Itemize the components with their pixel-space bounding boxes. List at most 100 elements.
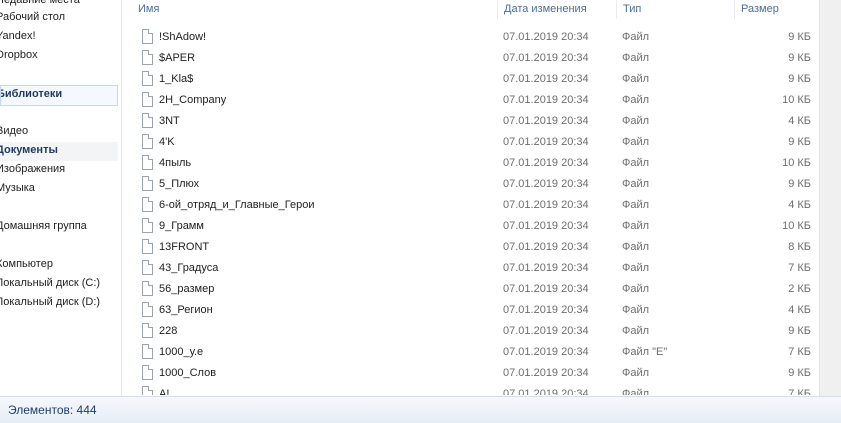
column-header-label: Тип bbox=[623, 3, 642, 15]
file-date-modified: 07.01.2019 20:34 bbox=[503, 94, 589, 106]
file-type: Файл bbox=[622, 94, 650, 106]
nav-item-video[interactable]: Видео bbox=[0, 123, 118, 142]
file-name: 1_Kla$ bbox=[159, 73, 194, 85]
file-row[interactable]: 1000_у.е 07.01.2019 20:34 Файл "Е" 7 КБ bbox=[122, 342, 819, 363]
status-bar: Элементов: 444 bbox=[0, 396, 841, 423]
file-icon bbox=[142, 155, 153, 170]
file-row[interactable]: $APER 07.01.2019 20:34 Файл 9 КБ bbox=[122, 48, 819, 69]
column-header-date[interactable]: Дата изменения bbox=[498, 0, 617, 19]
file-date-modified: 07.01.2019 20:34 bbox=[503, 262, 589, 274]
column-header-label: Дата изменения bbox=[504, 3, 587, 15]
file-size: 10 КБ bbox=[782, 220, 811, 232]
file-row[interactable]: 63_Регион 07.01.2019 20:34 Файл 4 КБ bbox=[122, 300, 819, 321]
file-date-modified: 07.01.2019 20:34 bbox=[503, 367, 589, 379]
file-row[interactable]: 4'K 07.01.2019 20:34 Файл 9 КБ bbox=[122, 132, 819, 153]
file-row[interactable]: A!... 07.01.2019 20:34 Файл 7 КБ bbox=[122, 384, 819, 395]
column-header-size[interactable]: Размер bbox=[735, 0, 819, 19]
column-header-label: Размер bbox=[741, 3, 779, 15]
column-header-type[interactable]: Тип bbox=[617, 0, 735, 19]
file-row[interactable]: 1_Kla$ 07.01.2019 20:34 Файл 9 КБ bbox=[122, 69, 819, 90]
file-date-modified: 07.01.2019 20:34 bbox=[503, 31, 589, 43]
file-name: 228 bbox=[159, 325, 178, 337]
file-size: 10 КБ bbox=[782, 94, 811, 106]
file-size: 7 КБ bbox=[788, 262, 811, 274]
file-date-modified: 07.01.2019 20:34 bbox=[503, 136, 589, 148]
nav-item-label: Документы bbox=[0, 144, 58, 156]
file-name: 6-ой_отряд_и_Главные_Герои bbox=[159, 199, 315, 211]
file-date-modified: 07.01.2019 20:34 bbox=[503, 325, 589, 337]
file-name: 1000_Слов bbox=[159, 367, 217, 379]
navigation-pane: Недавние места Рабочий стол Yandex! Drop… bbox=[0, 0, 122, 396]
file-date-modified: 07.01.2019 20:34 bbox=[503, 157, 589, 169]
file-size: 4 КБ bbox=[788, 115, 811, 127]
file-row[interactable]: 5_Плюх 07.01.2019 20:34 Файл 9 КБ bbox=[122, 174, 819, 195]
file-row[interactable]: 3NT 07.01.2019 20:34 Файл 4 КБ bbox=[122, 111, 819, 132]
nav-item-label: Локальный диск (C:) bbox=[0, 277, 101, 289]
nav-item-yandex[interactable]: Yandex! bbox=[0, 28, 118, 47]
file-size: 9 КБ bbox=[788, 31, 811, 43]
file-size: 4 КБ bbox=[788, 304, 811, 316]
file-name: 43_Градуса bbox=[159, 262, 219, 274]
vertical-scrollbar[interactable] bbox=[819, 0, 841, 396]
nav-item-music[interactable]: Музыка bbox=[0, 180, 118, 199]
file-type: Файл bbox=[622, 388, 650, 395]
file-type: Файл bbox=[622, 367, 650, 379]
file-name: 9_Грамм bbox=[159, 220, 204, 232]
nav-item-label: Компьютер bbox=[0, 258, 53, 270]
file-list: !ShAdow! 07.01.2019 20:34 Файл 9 КБ $APER 07.… bbox=[122, 27, 819, 395]
file-type: Файл bbox=[622, 262, 650, 274]
file-size: 9 КБ bbox=[788, 178, 811, 190]
file-row[interactable]: 4пыль 07.01.2019 20:34 Файл 10 КБ bbox=[122, 153, 819, 174]
file-size: 9 КБ bbox=[788, 73, 811, 85]
file-row[interactable]: 56_размер 07.01.2019 20:34 Файл 2 КБ bbox=[122, 279, 819, 300]
file-icon bbox=[142, 365, 153, 380]
file-size: 4 КБ bbox=[788, 199, 811, 211]
file-date-modified: 07.01.2019 20:34 bbox=[503, 283, 589, 295]
file-name: 1000_у.е bbox=[159, 346, 204, 358]
file-icon bbox=[142, 176, 153, 191]
file-row[interactable]: !ShAdow! 07.01.2019 20:34 Файл 9 КБ bbox=[122, 27, 819, 48]
file-date-modified: 07.01.2019 20:34 bbox=[503, 346, 589, 358]
file-date-modified: 07.01.2019 20:34 bbox=[503, 241, 589, 253]
file-name: !ShAdow! bbox=[159, 31, 207, 43]
nav-item-label: Музыка bbox=[0, 182, 35, 194]
file-type: Файл bbox=[622, 73, 650, 85]
nav-item-homegroup[interactable]: Домашняя группа bbox=[0, 218, 118, 237]
file-name: 5_Плюх bbox=[159, 178, 200, 190]
file-date-modified: 07.01.2019 20:34 bbox=[503, 178, 589, 190]
file-icon bbox=[142, 113, 153, 128]
file-size: 2 КБ bbox=[788, 283, 811, 295]
column-header-label: Имя bbox=[138, 3, 160, 15]
nav-item-label: Рабочий стол bbox=[0, 11, 66, 23]
file-icon bbox=[142, 281, 153, 296]
nav-item-disk-c[interactable]: Локальный диск (C:) bbox=[0, 275, 118, 294]
nav-item-label: Изображения bbox=[0, 163, 66, 175]
file-name: 4'K bbox=[159, 136, 175, 148]
file-size: 10 КБ bbox=[782, 157, 811, 169]
file-size: 9 КБ bbox=[788, 325, 811, 337]
nav-item-disk-d[interactable]: Локальный диск (D:) bbox=[0, 294, 118, 313]
file-name: A!... bbox=[159, 388, 179, 395]
file-row[interactable]: 228 07.01.2019 20:34 Файл 9 КБ bbox=[122, 321, 819, 342]
file-row[interactable]: 6-ой_отряд_и_Главные_Герои 07.01.2019 20:… bbox=[122, 195, 819, 216]
file-date-modified: 07.01.2019 20:34 bbox=[503, 220, 589, 232]
nav-item-dropbox[interactable]: Dropbox bbox=[0, 47, 118, 66]
nav-item-libraries[interactable]: Библиотеки bbox=[0, 85, 118, 106]
nav-item-documents[interactable]: Документы bbox=[0, 142, 118, 161]
file-type: Файл bbox=[622, 115, 650, 127]
file-row[interactable]: 1000_Слов 07.01.2019 20:34 Файл 9 КБ bbox=[122, 363, 819, 384]
file-type: Файл bbox=[622, 304, 650, 316]
nav-item-pictures[interactable]: Изображения bbox=[0, 161, 118, 180]
file-type: Файл bbox=[622, 283, 650, 295]
file-row[interactable]: 13FRONT 07.01.2019 20:34 Файл 8 КБ bbox=[122, 237, 819, 258]
nav-item-computer[interactable]: Компьютер bbox=[0, 256, 118, 275]
item-count-label: Элементов: 444 bbox=[8, 403, 97, 417]
column-header-name[interactable]: Имя bbox=[132, 0, 498, 19]
file-name: 63_Регион bbox=[159, 304, 213, 316]
file-row[interactable]: 2H_Company 07.01.2019 20:34 Файл 10 КБ bbox=[122, 90, 819, 111]
file-row[interactable]: 43_Градуса 07.01.2019 20:34 Файл 7 КБ bbox=[122, 258, 819, 279]
file-icon bbox=[142, 134, 153, 149]
nav-item-desktop[interactable]: Рабочий стол bbox=[0, 9, 118, 28]
file-row[interactable]: 9_Грамм 07.01.2019 20:34 Файл 10 КБ bbox=[122, 216, 819, 237]
file-name: 2H_Company bbox=[159, 94, 227, 106]
